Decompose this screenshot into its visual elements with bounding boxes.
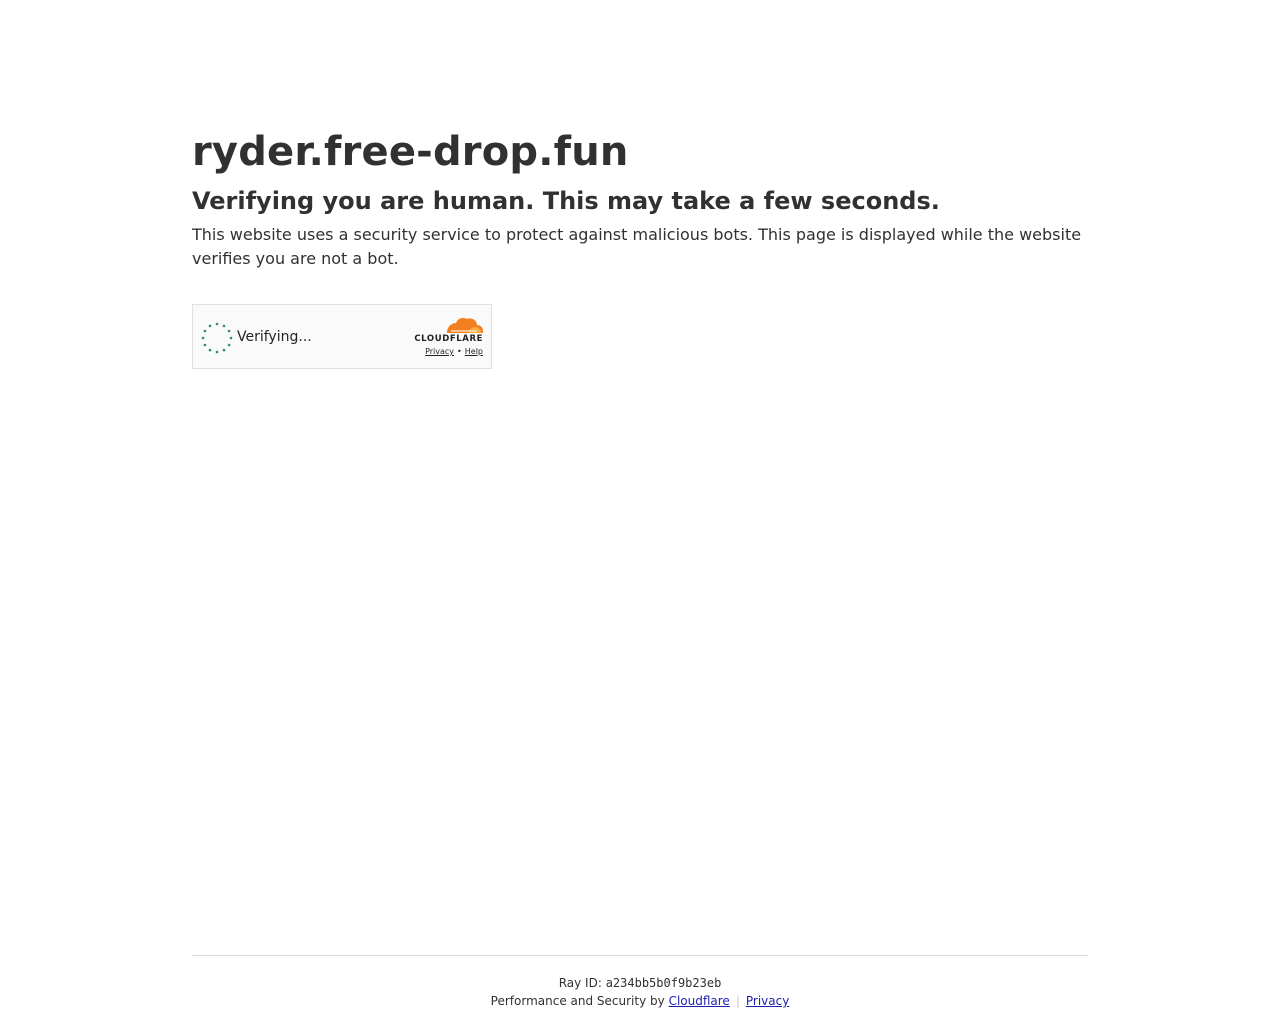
widget-help-link[interactable]: Help [465, 347, 483, 356]
footer-privacy-link[interactable]: Privacy [746, 994, 789, 1008]
verifying-status: Verifying... [237, 329, 312, 345]
cloudflare-wordmark: CLOUDFLARE [414, 334, 483, 344]
main-content: ryder.free-drop.fun Verifying you are hu… [192, 128, 1088, 369]
footer-separator: | [735, 994, 740, 1008]
page-subtitle: Verifying you are human. This may take a… [192, 187, 940, 215]
performance-text: Performance and Security by [490, 994, 665, 1008]
page-title: ryder.free-drop.fun [192, 129, 629, 175]
turnstile-widget[interactable]: Verifying... CLOUDFLARE Privacy • Help [192, 304, 492, 369]
widget-privacy-link[interactable]: Privacy [425, 347, 454, 356]
ray-id-value: a234bb5b0f9b23eb [605, 976, 722, 990]
ray-id-line: Ray ID: a234bb5b0f9b23eb [192, 975, 1088, 991]
footer: Ray ID: a234bb5b0f9b23eb Performance and… [192, 955, 1088, 1009]
loading-spinner-icon [201, 322, 233, 354]
ray-id-label: Ray ID: [558, 976, 602, 990]
widget-links: Privacy • Help [425, 347, 483, 357]
performance-line: Performance and Security by Cloudflare | P… [192, 993, 1088, 1009]
cloudflare-link[interactable]: Cloudflare [669, 994, 730, 1008]
page-description: This website uses a security service to … [192, 225, 1082, 268]
link-separator: • [457, 347, 462, 356]
